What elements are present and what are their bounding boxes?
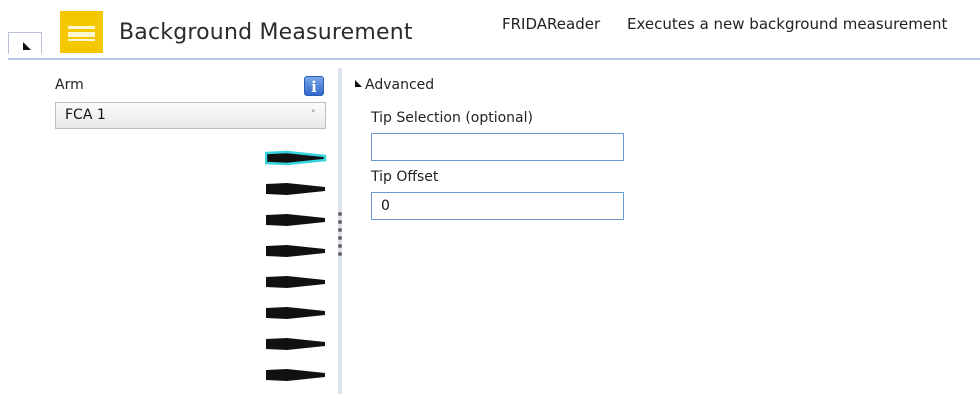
pipette-tip-7[interactable] (265, 336, 327, 352)
pipette-tip-icon (266, 276, 325, 288)
splitter-grip-icon[interactable] (337, 212, 343, 260)
arm-label: Arm (55, 77, 84, 93)
background-measurement-page: Background Measurement FRIDAReader Execu… (0, 0, 980, 394)
arm-dropdown-value: FCA 1 (65, 107, 106, 123)
page-title: Background Measurement (119, 20, 413, 45)
pipette-tip-4[interactable] (265, 243, 327, 259)
tip-selection-input[interactable] (371, 133, 624, 161)
triangle-expand-icon (355, 80, 362, 87)
triangle-collapse-icon (23, 42, 31, 50)
pipette-tip-1[interactable] (265, 150, 327, 166)
step-description: Executes a new background measurement (627, 15, 948, 33)
header-divider (8, 58, 980, 60)
pipette-tip-icon (265, 150, 327, 166)
tip-selector (265, 150, 327, 383)
brand-logo-icon (60, 11, 103, 53)
pipette-tip-icon (266, 338, 325, 350)
advanced-label: Advanced (365, 77, 435, 93)
pipette-tip-6[interactable] (265, 305, 327, 321)
pipette-tip-icon (266, 245, 325, 257)
advanced-expander[interactable]: Advanced (355, 77, 434, 93)
pipette-tip-8[interactable] (265, 367, 327, 383)
pipette-tip-2[interactable] (265, 181, 327, 197)
pipette-tip-icon (266, 183, 325, 195)
chevron-down-icon: ˅ (310, 108, 317, 121)
pipette-tip-3[interactable] (265, 212, 327, 228)
tip-offset-label: Tip Offset (371, 169, 439, 185)
tip-selection-label: Tip Selection (optional) (371, 110, 533, 126)
tip-offset-input[interactable] (371, 192, 624, 220)
info-icon[interactable]: i (304, 76, 324, 96)
pipette-tip-icon (266, 214, 325, 226)
collapse-tab-button[interactable] (8, 32, 42, 54)
pipette-tip-icon (266, 369, 325, 381)
arm-dropdown[interactable]: FCA 1 ˅ (55, 102, 326, 129)
app-name: FRIDAReader (502, 15, 601, 33)
pipette-tip-icon (266, 307, 325, 319)
pipette-tip-5[interactable] (265, 274, 327, 290)
